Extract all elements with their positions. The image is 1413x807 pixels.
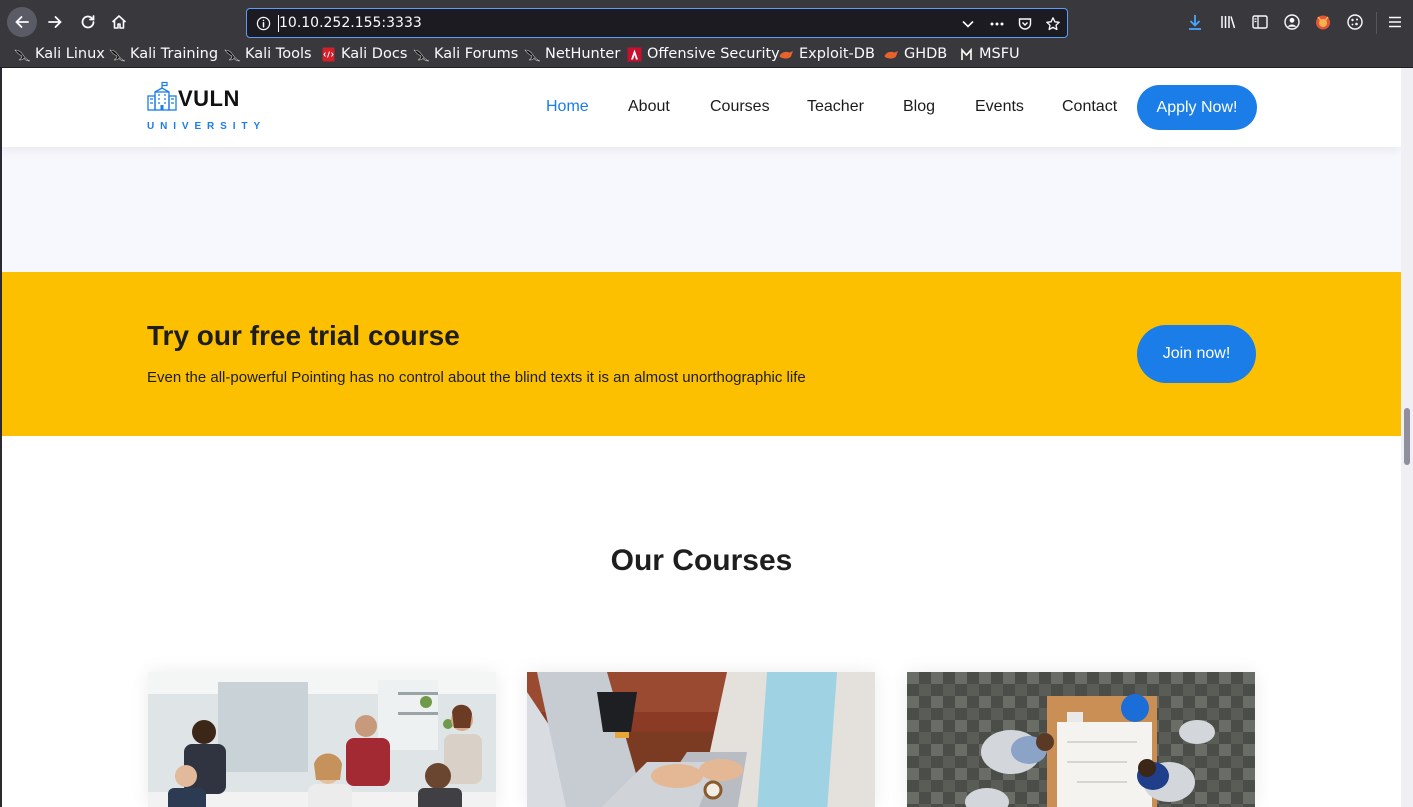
back-arrow-icon [15, 16, 29, 28]
bookmark-label: Exploit-DB [799, 46, 875, 62]
extension-fox-icon[interactable] [1314, 13, 1332, 31]
exploitdb-icon [779, 50, 793, 59]
bookmark-label: NetHunter [545, 46, 621, 62]
bookmark-label: Kali Training [130, 46, 219, 62]
scrollbar-thumb[interactable] [1404, 408, 1410, 465]
bookmark-kali-forums[interactable]: Kali Forums [413, 44, 518, 64]
hero-section-bottom [2, 147, 1401, 272]
page-scrollbar[interactable] [1401, 68, 1413, 807]
back-button[interactable] [7, 7, 37, 37]
nav-courses[interactable]: Courses [710, 98, 770, 116]
course-card[interactable] [148, 672, 496, 807]
bookmark-label: Kali Forums [434, 46, 519, 62]
logo-subtitle: UNIVERSITY [147, 121, 267, 132]
logo-name: VULN [178, 86, 240, 111]
offsec-icon [627, 47, 642, 61]
bookmark-star-icon[interactable] [1045, 16, 1061, 32]
bookmark-label: MSFU [979, 46, 1020, 62]
bookmark-kali-tools[interactable]: Kali Tools [224, 44, 312, 64]
course-card[interactable] [907, 672, 1255, 807]
browser-toolbar: 10.10.252.155:3333 [0, 3, 1413, 41]
bookmark-kali-linux[interactable]: Kali Linux [14, 44, 105, 64]
bookmark-label: Kali Tools [245, 46, 312, 62]
kali-dragon-icon [14, 49, 31, 61]
home-icon [111, 15, 127, 29]
course-card[interactable] [527, 672, 875, 807]
browser-chrome: 10.10.252.155:3333 Kali Linux Kali Train… [0, 0, 1413, 68]
bookmark-label: Kali Linux [35, 46, 105, 62]
bookmark-nethunter[interactable]: NetHunter [524, 44, 620, 64]
home-button[interactable] [104, 7, 134, 37]
kali-dragon-icon [109, 49, 126, 61]
university-building-icon [147, 81, 177, 111]
trial-title: Try our free trial course [147, 320, 460, 351]
page-viewport: VULN UNIVERSITY Home About Courses Teach… [2, 68, 1401, 807]
nav-events[interactable]: Events [975, 98, 1024, 116]
bookmarks-toolbar: Kali Linux Kali Training Kali Tools Kali… [0, 42, 1413, 66]
kali-dragon-icon [524, 49, 541, 61]
url-bar[interactable]: 10.10.252.155:3333 [246, 8, 1068, 38]
trial-description: Even the all-powerful Pointing has no co… [147, 369, 806, 386]
forward-button[interactable] [40, 7, 70, 37]
account-icon[interactable] [1283, 13, 1301, 31]
url-text[interactable]: 10.10.252.155:3333 [279, 15, 422, 31]
msfu-icon [959, 47, 974, 61]
more-actions-icon[interactable] [989, 16, 1005, 32]
nav-home[interactable]: Home [546, 98, 589, 116]
bookmark-label: Offensive Security [647, 46, 780, 62]
site-header: VULN UNIVERSITY Home About Courses Teach… [2, 68, 1401, 147]
toolbar-separator [1376, 12, 1377, 34]
bookmark-offensive-security[interactable]: Offensive Security [626, 44, 780, 64]
site-info-icon[interactable] [256, 16, 271, 31]
join-now-button[interactable]: Join now! [1137, 325, 1256, 383]
course-image-laptop-work [527, 672, 875, 807]
reload-button[interactable] [73, 7, 103, 37]
courses-section-title: Our Courses [610, 544, 793, 577]
hamburger-menu-icon[interactable] [1386, 13, 1404, 31]
bookmark-exploit-db[interactable]: Exploit-DB [778, 44, 875, 64]
apply-now-button[interactable]: Apply Now! [1137, 85, 1257, 130]
kali-dragon-icon [413, 49, 430, 61]
exploitdb-icon [884, 50, 898, 59]
nav-about[interactable]: About [628, 98, 670, 116]
nav-teacher[interactable]: Teacher [807, 98, 864, 116]
kali-dragon-icon [224, 49, 241, 61]
chevron-down-icon[interactable] [960, 16, 976, 32]
kali-docs-icon [322, 47, 335, 61]
bookmark-kali-training[interactable]: Kali Training [109, 44, 218, 64]
nav-contact[interactable]: Contact [1062, 98, 1117, 116]
pocket-icon[interactable] [1017, 16, 1033, 32]
course-image-team-meeting [148, 672, 496, 807]
bookmark-ghdb[interactable]: GHDB [883, 44, 947, 64]
sidebar-icon[interactable] [1251, 13, 1269, 31]
cookie-extension-icon[interactable] [1346, 13, 1364, 31]
reload-icon [81, 15, 95, 29]
bookmark-msfu[interactable]: MSFU [958, 44, 1020, 64]
bookmark-label: Kali Docs [341, 46, 408, 62]
course-image-overhead-meeting [907, 672, 1255, 807]
download-icon[interactable] [1186, 13, 1204, 31]
bookmark-kali-docs[interactable]: Kali Docs [320, 44, 407, 64]
forward-arrow-icon [48, 16, 62, 28]
bookmark-label: GHDB [904, 46, 948, 62]
library-icon[interactable] [1219, 13, 1237, 31]
nav-blog[interactable]: Blog [903, 98, 935, 116]
free-trial-banner: Try our free trial course Even the all-p… [2, 272, 1401, 436]
